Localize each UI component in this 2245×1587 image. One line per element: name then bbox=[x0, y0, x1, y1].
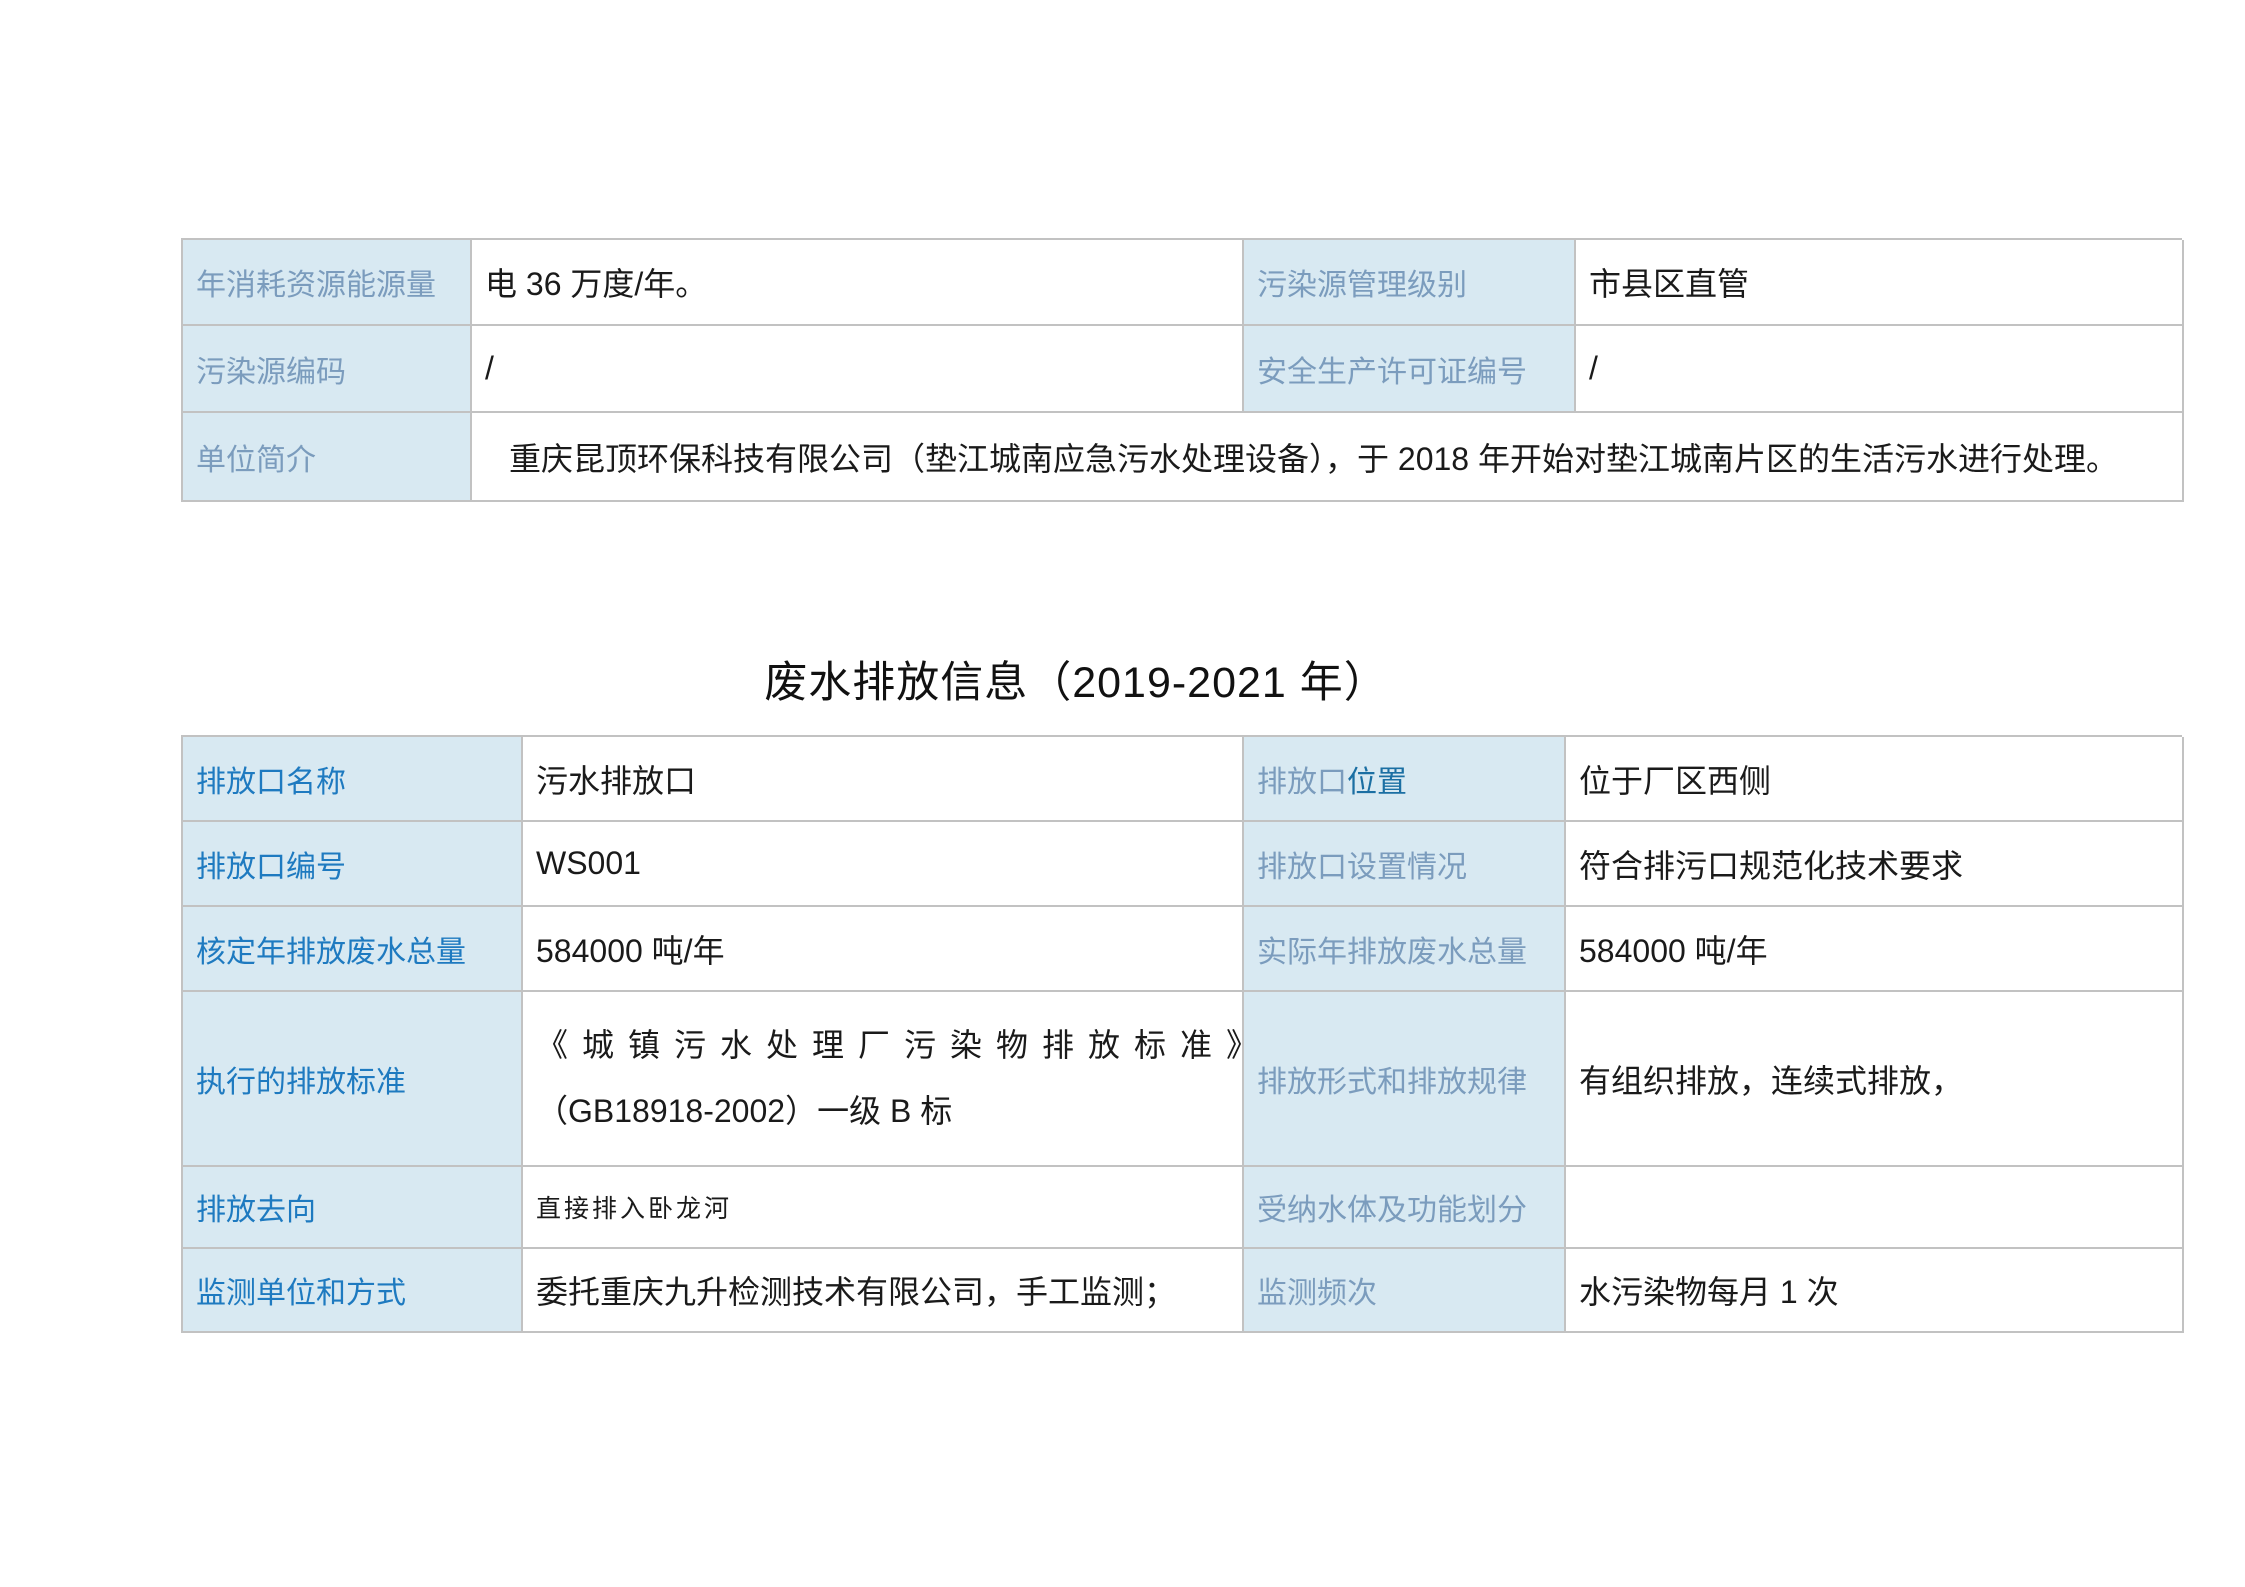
label-receiving-water-body: 受纳水体及功能划分 bbox=[1244, 1167, 1566, 1249]
value-text: 水污染物每月 1 次 bbox=[1579, 1267, 1839, 1313]
label-pollution-source-admin-level: 污染源管理级别 bbox=[1244, 240, 1576, 326]
value-text: 584000 吨/年 bbox=[536, 926, 725, 972]
label-outlet-number: 排放口编号 bbox=[183, 822, 523, 907]
value-safety-production-license-no: / bbox=[1576, 326, 2184, 413]
label-monitoring-unit-method: 监测单位和方式 bbox=[183, 1249, 523, 1333]
value-text: 位于厂区西侧 bbox=[1579, 756, 1771, 802]
label-text: 监测单位和方式 bbox=[196, 1268, 406, 1312]
value-text: 污水排放口 bbox=[536, 756, 696, 802]
value-outlet-number: WS001 bbox=[523, 822, 1244, 907]
label-text: 受纳水体及功能划分 bbox=[1257, 1185, 1527, 1229]
value-discharge-destination: 直接排入卧龙河 bbox=[523, 1167, 1244, 1249]
value-company-profile: 重庆昆顶环保科技有限公司（垫江城南应急污水处理设备），于 2018 年开始对垫江… bbox=[472, 413, 2184, 502]
label-monitoring-frequency: 监测频次 bbox=[1244, 1249, 1566, 1333]
label-outlet-name: 排放口名称 bbox=[183, 737, 523, 822]
wastewater-discharge-table: 排放口名称 污水排放口 排放口位置 位于厂区西侧 排放口编号 WS001 排放口… bbox=[181, 735, 2182, 1333]
value-text: 584000 吨/年 bbox=[1579, 926, 1768, 972]
value-text: 有组织排放，连续式排放， bbox=[1579, 1056, 1963, 1102]
standard-code-line: （GB18918-2002）一级 B 标 bbox=[536, 1094, 952, 1129]
value-text: 符合排污口规范化技术要求 bbox=[1579, 841, 1963, 887]
value-text: 直接排入卧龙河 bbox=[536, 1189, 732, 1225]
value-discharge-form-pattern: 有组织排放，连续式排放， bbox=[1566, 992, 2184, 1167]
value-receiving-water-body bbox=[1566, 1167, 2184, 1249]
label-text: 污染源管理级别 bbox=[1257, 260, 1467, 304]
label-text: 排放口名称 bbox=[196, 757, 346, 801]
standard-title-line: 《城镇污水处理厂污染物排放标准》 bbox=[536, 1028, 1244, 1063]
label-text: 年消耗资源能源量 bbox=[196, 260, 436, 304]
label-text-part1: 排放口 bbox=[1257, 757, 1347, 801]
value-pollution-source-admin-level: 市县区直管 bbox=[1576, 240, 2184, 326]
label-text: 监测频次 bbox=[1257, 1268, 1377, 1312]
value-actual-annual-wastewater: 584000 吨/年 bbox=[1566, 907, 2184, 992]
label-text: 核定年排放废水总量 bbox=[196, 927, 466, 971]
value-text: 电 36 万度/年。 bbox=[485, 259, 707, 305]
label-text: 实际年排放废水总量 bbox=[1257, 927, 1527, 971]
label-approved-annual-wastewater: 核定年排放废水总量 bbox=[183, 907, 523, 992]
value-discharge-standard: 《城镇污水处理厂污染物排放标准》 （GB18918-2002）一级 B 标 bbox=[523, 992, 1244, 1167]
value-text: 重庆昆顶环保科技有限公司（垫江城南应急污水处理设备），于 2018 年开始对垫江… bbox=[485, 434, 2118, 480]
label-text: 排放去向 bbox=[196, 1185, 316, 1229]
label-text: 排放口设置情况 bbox=[1257, 842, 1467, 886]
value-text: / bbox=[1589, 350, 1598, 387]
value-pollution-source-code: / bbox=[472, 326, 1244, 413]
value-text: 市县区直管 bbox=[1589, 259, 1749, 305]
value-outlet-name: 污水排放口 bbox=[523, 737, 1244, 822]
label-outlet-location: 排放口位置 bbox=[1244, 737, 1566, 822]
label-actual-annual-wastewater: 实际年排放废水总量 bbox=[1244, 907, 1566, 992]
value-monitoring-unit-method: 委托重庆九升检测技术有限公司，手工监测； bbox=[523, 1249, 1244, 1333]
value-outlet-setup-status: 符合排污口规范化技术要求 bbox=[1566, 822, 2184, 907]
value-text: / bbox=[485, 350, 494, 387]
label-discharge-standard: 执行的排放标准 bbox=[183, 992, 523, 1167]
facility-info-table: 年消耗资源能源量 电 36 万度/年。 污染源管理级别 市县区直管 污染源编码 … bbox=[181, 238, 2182, 502]
label-safety-production-license-no: 安全生产许可证编号 bbox=[1244, 326, 1576, 413]
label-text-part2: 位置 bbox=[1347, 757, 1407, 801]
label-company-profile: 单位简介 bbox=[183, 413, 472, 502]
value-text: 委托重庆九升检测技术有限公司，手工监测； bbox=[536, 1267, 1176, 1313]
label-text: 排放口编号 bbox=[196, 842, 346, 886]
value-approved-annual-wastewater: 584000 吨/年 bbox=[523, 907, 1244, 992]
label-text: 安全生产许可证编号 bbox=[1257, 347, 1527, 391]
label-discharge-form-pattern: 排放形式和排放规律 bbox=[1244, 992, 1566, 1167]
value-text: WS001 bbox=[536, 845, 641, 882]
document-page: 年消耗资源能源量 电 36 万度/年。 污染源管理级别 市县区直管 污染源编码 … bbox=[0, 0, 2245, 1587]
label-annual-energy-consumption: 年消耗资源能源量 bbox=[183, 240, 472, 326]
section-title-wastewater-discharge-info: 废水排放信息（2019-2021 年） bbox=[181, 648, 1971, 710]
label-text: 执行的排放标准 bbox=[196, 1057, 406, 1101]
label-text: 污染源编码 bbox=[196, 347, 346, 391]
value-annual-energy-consumption: 电 36 万度/年。 bbox=[472, 240, 1244, 326]
label-discharge-destination: 排放去向 bbox=[183, 1167, 523, 1249]
label-outlet-setup-status: 排放口设置情况 bbox=[1244, 822, 1566, 907]
value-outlet-location: 位于厂区西侧 bbox=[1566, 737, 2184, 822]
value-monitoring-frequency: 水污染物每月 1 次 bbox=[1566, 1249, 2184, 1333]
label-pollution-source-code: 污染源编码 bbox=[183, 326, 472, 413]
label-text: 单位简介 bbox=[196, 435, 316, 479]
label-text: 排放形式和排放规律 bbox=[1257, 1057, 1527, 1101]
